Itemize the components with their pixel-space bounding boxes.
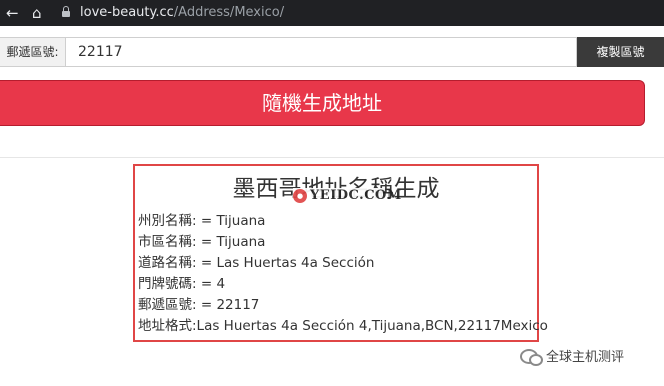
browser-toolbar: ← ⌂ love-beauty.cc/Address/Mexico/ xyxy=(0,0,664,26)
state-row: 州別名稱: = Tijuana xyxy=(138,213,266,229)
watermark-logo-badge: ● xyxy=(293,189,307,203)
postal-code-row-result: 郵遞區號: = 22117 xyxy=(138,297,260,313)
watermark-logo-text: YEIDC.COM xyxy=(310,188,402,203)
wechat-icon xyxy=(520,349,543,366)
watermark-logo: ● YEIDC.COM xyxy=(293,188,401,204)
city-row: 市區名稱: = Tijuana xyxy=(138,234,266,250)
postal-code-input[interactable] xyxy=(66,37,577,67)
lock-icon[interactable] xyxy=(62,6,70,17)
address-result-panel: 墨西哥地址名稱生成 ● YEIDC.COM 州別名稱: = Tijuana 市區… xyxy=(133,164,548,342)
social-watermark-text: 全球主机测评 xyxy=(546,350,625,365)
back-arrow-icon[interactable]: ← xyxy=(6,3,19,23)
full-address-row: 地址格式:Las Huertas 4a Sección 4,Tijuana,BC… xyxy=(138,318,548,334)
copy-postal-code-button[interactable]: 複製區號 xyxy=(577,37,664,67)
address-bar[interactable]: love-beauty.cc/Address/Mexico/ xyxy=(80,4,284,22)
url-path: /Address/Mexico/ xyxy=(173,5,285,20)
postal-code-label: 郵遞區號: xyxy=(0,37,66,67)
postal-code-row: 郵遞區號: 複製區號 xyxy=(0,37,664,67)
house-number-row: 門牌號碼: = 4 xyxy=(138,276,226,292)
divider xyxy=(0,157,664,158)
url-host: love-beauty.cc xyxy=(80,5,174,20)
generate-address-button[interactable]: 隨機生成地址 xyxy=(0,80,645,126)
result-rows: 州別名稱: = Tijuana 市區名稱: = Tijuana 道路名稱: = … xyxy=(138,211,548,337)
street-row: 道路名稱: = Las Huertas 4a Sección xyxy=(138,255,375,271)
home-icon[interactable]: ⌂ xyxy=(32,3,42,23)
